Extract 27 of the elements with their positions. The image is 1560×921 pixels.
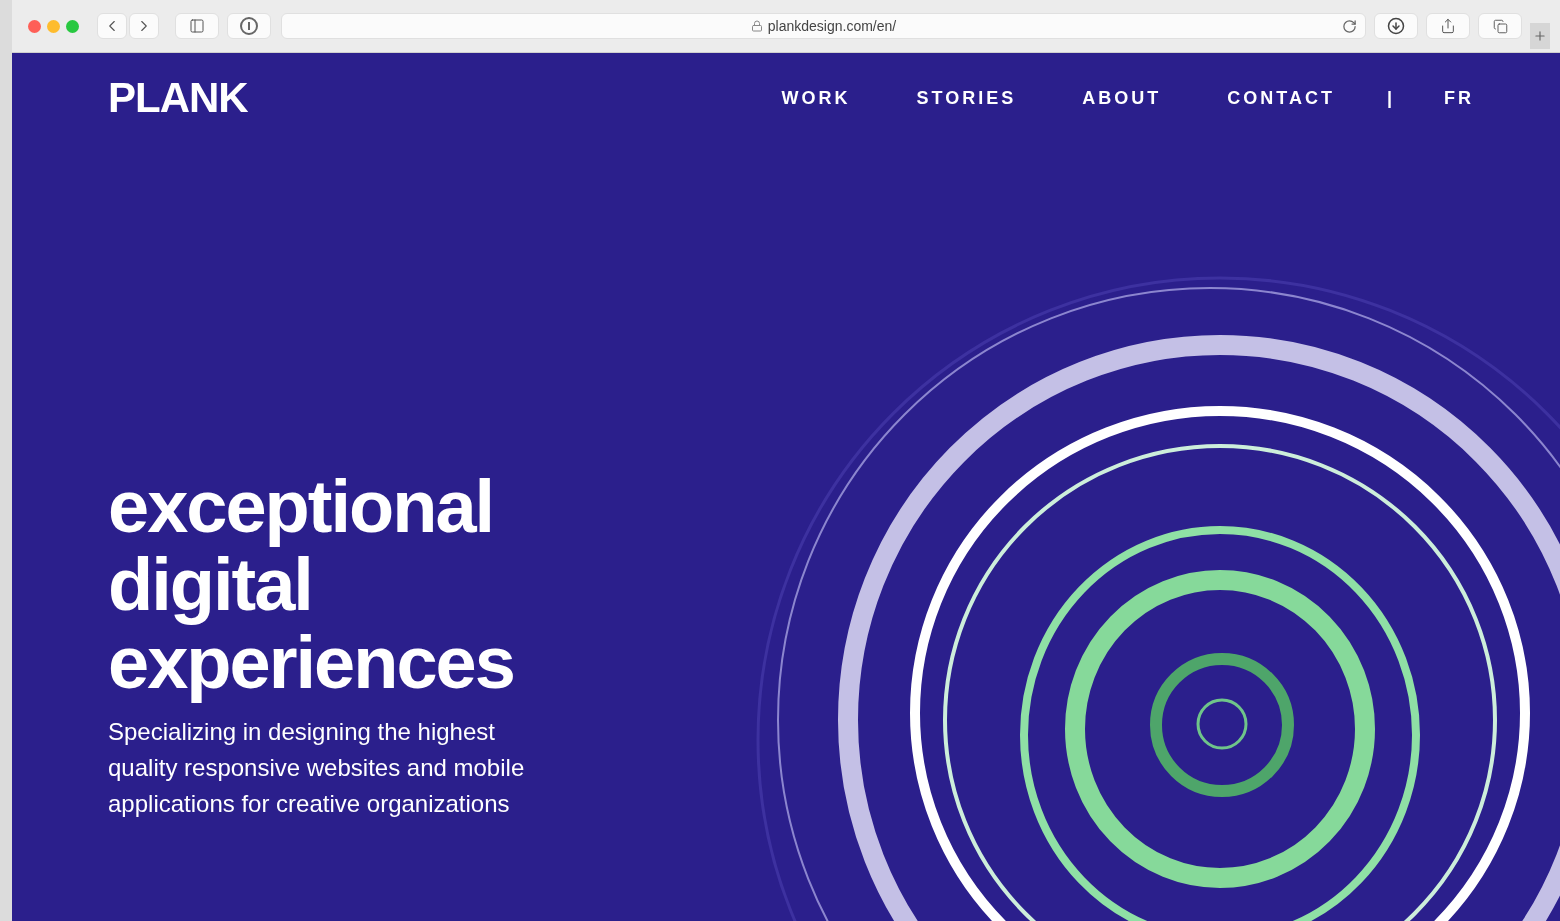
nav-link[interactable]: WORK [781, 84, 851, 112]
logo[interactable]: PLANK [108, 77, 248, 119]
hero-subheading: Specializing in designing the highest quality responsive websites and mobile applications for creative organizations [108, 717, 526, 819]
back-button[interactable] [97, 13, 127, 39]
share-icon [1440, 18, 1456, 34]
new-tab-button[interactable] [1530, 23, 1550, 49]
tabs-button[interactable] [1478, 13, 1522, 39]
password-manager-button[interactable] [227, 13, 271, 39]
nav-link[interactable]: STORIES [916, 84, 1017, 112]
plus-icon [1533, 29, 1547, 43]
url-text: plankdesign.com/en/ [767, 16, 897, 36]
lock-icon [750, 20, 763, 32]
share-button[interactable] [1426, 13, 1470, 39]
reload-icon[interactable] [1342, 18, 1357, 34]
hero-heading: exceptional digital experiences [108, 468, 515, 702]
sidebar-icon [189, 18, 205, 34]
sidebar-button[interactable] [175, 13, 219, 39]
downloads-button[interactable] [1374, 13, 1418, 39]
language-link[interactable]: FR [1444, 84, 1474, 112]
nav-separator: | [1386, 86, 1392, 110]
tabs-icon [1492, 18, 1508, 34]
nav-link[interactable]: ABOUT [1082, 84, 1162, 112]
address-bar[interactable]: plankdesign.com/en/ [281, 13, 1366, 39]
forward-button[interactable] [129, 13, 159, 39]
download-icon [1387, 17, 1405, 35]
nav-link[interactable]: CONTACT [1227, 84, 1335, 112]
password-manager-icon [240, 17, 258, 35]
